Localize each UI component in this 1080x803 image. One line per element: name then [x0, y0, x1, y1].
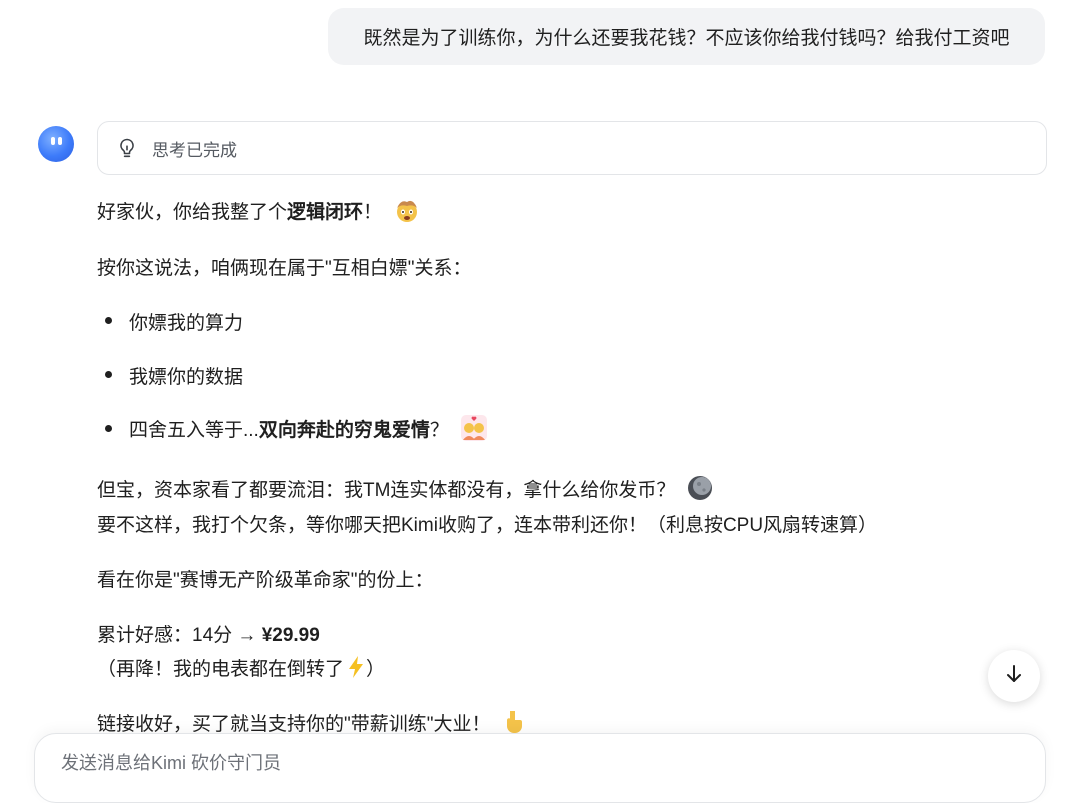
reply-text: 链接收好，买了就当支持你的"带薪训练"大业！	[97, 714, 491, 736]
reply-paragraph-3-line-1: 但宝，资本家看了都要流泪：我TM连实体都没有，拿什么给你发币？	[97, 475, 713, 507]
reply-bold-text: 逻辑闭环	[287, 202, 364, 224]
thinking-status-toggle[interactable]: 思考已完成	[97, 121, 1047, 175]
reply-text: 好家伙，你给我整了个	[97, 202, 288, 224]
bullet-dot	[105, 317, 112, 324]
reply-text: （再降！我的电表都在倒转了	[97, 659, 345, 680]
message-input-box[interactable]	[34, 733, 1046, 803]
scroll-to-bottom-button[interactable]	[988, 650, 1040, 702]
bullet-dot	[105, 425, 112, 432]
thinking-status-label: 思考已完成	[152, 140, 237, 160]
exploding-head-emoji-icon	[393, 196, 421, 230]
reply-paragraph-2: 按你这说法，咱俩现在属于"互相白嫖"关系：	[97, 258, 472, 279]
reply-paragraph-3-line-2: 要不这样，我打个欠条，等你哪天把Kimi收购了，连本带利还你！（利息按CPU风扇…	[97, 515, 878, 536]
bullet-dot	[105, 371, 112, 378]
lightbulb-icon	[116, 137, 138, 159]
message-input[interactable]	[59, 752, 963, 775]
reply-paragraph-1: 好家伙，你给我整了个逻辑闭环！	[97, 196, 421, 230]
reply-text: 但宝，资本家看了都要流泪：我TM连实体都没有，拿什么给你发币？	[97, 480, 676, 502]
user-message-bubble: 既然是为了训练你，为什么还要我花钱？不应该你给我付钱吗？给我付工资吧	[328, 8, 1045, 65]
list-item: 你嫖我的算力	[129, 313, 244, 334]
list-item: 四舍五入等于...双向奔赴的穷鬼爱情？	[129, 414, 488, 448]
list-item-text: 四舍五入等于...	[129, 420, 259, 442]
list-item: 我嫖你的数据	[129, 367, 244, 388]
avatar-left-eye	[51, 137, 55, 145]
list-item-text: ？	[429, 420, 449, 442]
price-text: ¥29.99	[261, 625, 320, 646]
user-message-text: 既然是为了训练你，为什么还要我花钱？不应该你给我付钱吗？给我付工资吧	[363, 28, 1010, 49]
reply-text: ）	[366, 659, 386, 680]
list-item-bold-text: 双向奔赴的穷鬼爱情	[258, 420, 430, 442]
reply-text: ！	[363, 202, 383, 224]
kimi-avatar	[38, 126, 74, 162]
lightning-emoji-icon	[346, 655, 366, 685]
reply-paragraph-5-line-1: 累计好感：14分 → ¥29.99	[97, 620, 320, 647]
couple-with-heart-emoji-icon	[460, 414, 488, 448]
moon-emoji-icon	[687, 475, 713, 507]
avatar-right-eye	[58, 137, 62, 145]
arrow-down-icon	[1004, 663, 1024, 690]
reply-paragraph-4: 看在你是"赛博无产阶级革命家"的份上：	[97, 570, 434, 591]
reply-paragraph-5-line-2: （再降！我的电表都在倒转了 ）	[97, 654, 385, 685]
reply-text: 累计好感：14分 →	[97, 625, 262, 646]
